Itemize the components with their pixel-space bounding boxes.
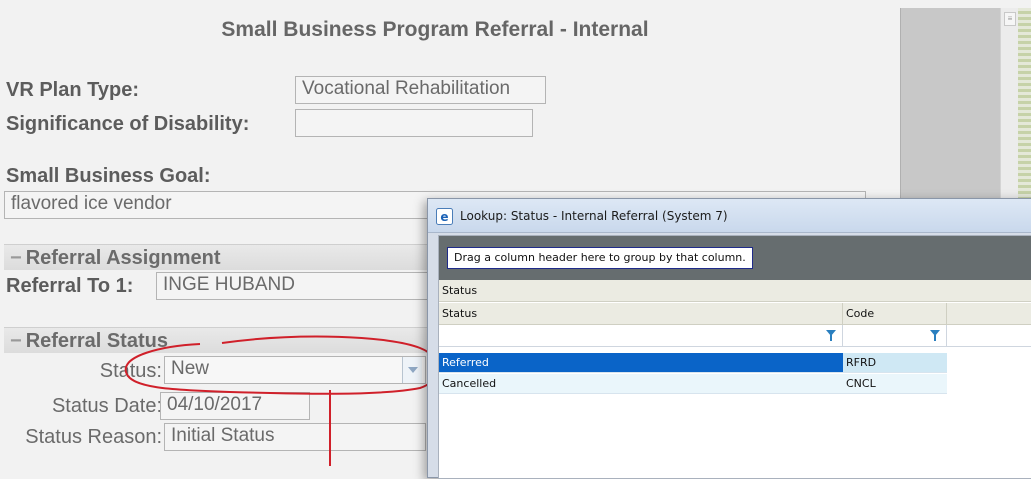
status-label: Status: [99,360,162,382]
status-date-field[interactable]: 04/10/2017 [160,392,310,420]
scroll-grip-icon[interactable]: ≡ [1004,12,1016,26]
lookup-grid: Drag a column header here to group by th… [438,235,1031,479]
ie-browser-icon: e [436,208,453,225]
status-reason-field[interactable]: Initial Status [164,423,426,451]
column-header-empty [947,303,1031,325]
column-header-status[interactable]: Status [439,303,843,325]
status-date-label: Status Date: [51,395,162,417]
filter-funnel-icon[interactable] [826,330,836,341]
table-row-code[interactable]: RFRD [843,353,947,373]
status-reason-label: Status Reason: [25,426,162,448]
column-header-code[interactable]: Code [843,303,947,325]
empty-filter-cell [947,325,1031,347]
table-row-status[interactable]: Referred [439,353,843,373]
vr-plan-type-field[interactable]: Vocational Rehabilitation [295,76,546,104]
group-by-hint: Drag a column header here to group by th… [447,247,753,269]
collapse-minus-icon[interactable]: − [10,330,22,352]
significance-field[interactable] [295,109,533,137]
referral-assignment-title: Referral Assignment [25,247,221,269]
group-by-area[interactable]: Drag a column header here to group by th… [439,236,1031,280]
referral-to-field[interactable]: INGE HUBAND [156,272,456,300]
status-dropdown[interactable]: New [164,356,426,384]
chevron-down-icon[interactable] [402,357,422,383]
referral-to-label: Referral To 1: [6,275,134,297]
small-business-goal-label: Small Business Goal: [6,165,211,187]
page-title: Small Business Program Referral - Intern… [221,18,649,41]
table-row-status[interactable]: Cancelled [439,374,843,394]
popup-title: Lookup: Status - Internal Referral (Syst… [460,209,728,223]
significance-label: Significance of Disability: [6,113,250,135]
status-filter-cell[interactable] [439,325,843,347]
filter-funnel-icon[interactable] [930,330,940,341]
table-row-code[interactable]: CNCL [843,374,947,394]
band-header: Status [439,280,1031,302]
lookup-popup[interactable]: e Lookup: Status - Internal Referral (Sy… [427,198,1031,479]
code-filter-cell[interactable] [843,325,947,347]
referral-status-title: Referral Status [25,330,168,352]
vr-plan-type-label: VR Plan Type: [6,79,139,101]
collapse-minus-icon[interactable]: − [10,247,22,269]
svg-text:e: e [440,210,448,224]
popup-titlebar[interactable]: e Lookup: Status - Internal Referral (Sy… [428,199,1031,233]
